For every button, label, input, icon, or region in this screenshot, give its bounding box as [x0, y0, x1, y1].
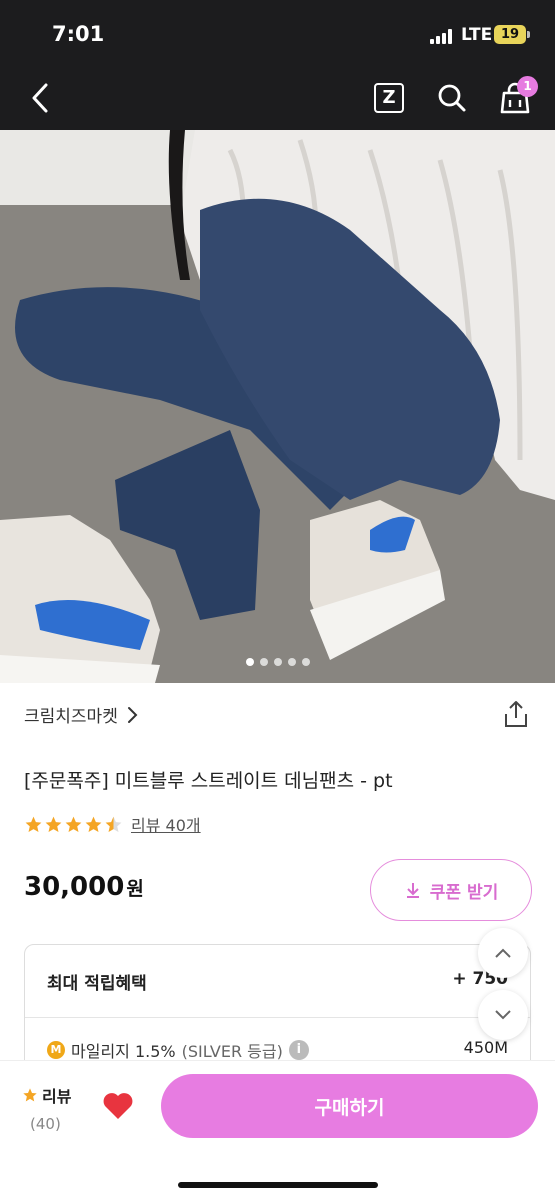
signal-icon	[430, 28, 456, 44]
gallery-dot[interactable]	[287, 658, 296, 666]
gallery-dot[interactable]	[273, 658, 282, 666]
rating-stars	[24, 815, 123, 834]
mileage-amount: 450M	[463, 1038, 508, 1057]
mileage-grade: (SILVER 등급)	[181, 1042, 283, 1061]
benefits-title: 최대 적립혜택	[47, 974, 147, 994]
star-icon	[45, 816, 62, 832]
rating-row: 리뷰 40개	[24, 812, 201, 836]
brand-name: 크림치즈마켓	[24, 707, 118, 727]
star-icon	[25, 816, 42, 832]
price-unit: 원	[126, 878, 144, 900]
star-icon	[65, 816, 82, 832]
home-indicator	[178, 1182, 378, 1188]
top-bar	[0, 0, 555, 130]
z-icon: Z	[374, 83, 404, 113]
network-label: LTE	[461, 25, 493, 45]
product-title: [주문폭주] 미트블루 스트레이트 데님팬츠 - pt	[24, 770, 393, 792]
download-icon	[406, 883, 419, 898]
status-time: 7:01	[52, 22, 105, 46]
chevron-left-icon	[32, 83, 48, 113]
divider	[25, 1017, 530, 1018]
price: 30,000 원	[24, 872, 144, 902]
chevron-up-icon	[495, 948, 511, 958]
half-star-icon	[105, 816, 122, 832]
brand-link[interactable]: 크림치즈마켓	[24, 702, 138, 727]
share-button[interactable]	[502, 700, 530, 728]
coupon-label: 쿠폰 받기	[429, 882, 499, 903]
review-label: 리뷰	[42, 1087, 72, 1106]
gallery-dot[interactable]	[259, 658, 268, 666]
search-icon	[438, 84, 466, 112]
buy-button[interactable]: 구매하기	[161, 1074, 538, 1138]
star-icon	[23, 1088, 37, 1102]
gallery-dot[interactable]	[301, 658, 310, 666]
mileage-coin-icon: M	[47, 1041, 65, 1059]
mileage-row: M 마일리지 1.5% (SILVER 등급) i	[47, 1038, 309, 1062]
review-count: (40)	[30, 1115, 61, 1133]
cart-count-badge: 1	[517, 76, 538, 97]
info-icon[interactable]: i	[288, 1040, 309, 1060]
heart-icon	[103, 1093, 133, 1119]
product-page: 7:01 LTE 19 Z 1 크림치즈마켓 [주문폭주] 미트블루 스트레이트…	[0, 0, 555, 1200]
share-icon	[505, 701, 527, 727]
review-count-link[interactable]: 리뷰 40개	[131, 812, 201, 836]
product-photo-illustration	[0, 130, 555, 683]
gallery-pagination[interactable]	[0, 658, 555, 666]
chevron-right-icon	[127, 706, 138, 723]
review-summary[interactable]: 리뷰 (40)	[22, 1083, 71, 1133]
search-button[interactable]	[434, 78, 470, 118]
chevron-down-icon	[495, 1010, 511, 1020]
mileage-label: 마일리지 1.5%	[71, 1042, 176, 1061]
product-image[interactable]	[0, 130, 555, 683]
z-button[interactable]: Z	[372, 78, 406, 118]
back-button[interactable]	[22, 78, 58, 118]
scroll-down-button[interactable]	[478, 990, 528, 1040]
price-value: 30,000	[24, 872, 125, 902]
gallery-dot[interactable]	[245, 658, 254, 666]
star-icon	[85, 816, 102, 832]
get-coupon-button[interactable]: 쿠폰 받기	[370, 859, 532, 921]
battery-icon: 19	[494, 25, 530, 44]
scroll-up-button[interactable]	[478, 928, 528, 978]
like-button[interactable]	[100, 1088, 136, 1124]
